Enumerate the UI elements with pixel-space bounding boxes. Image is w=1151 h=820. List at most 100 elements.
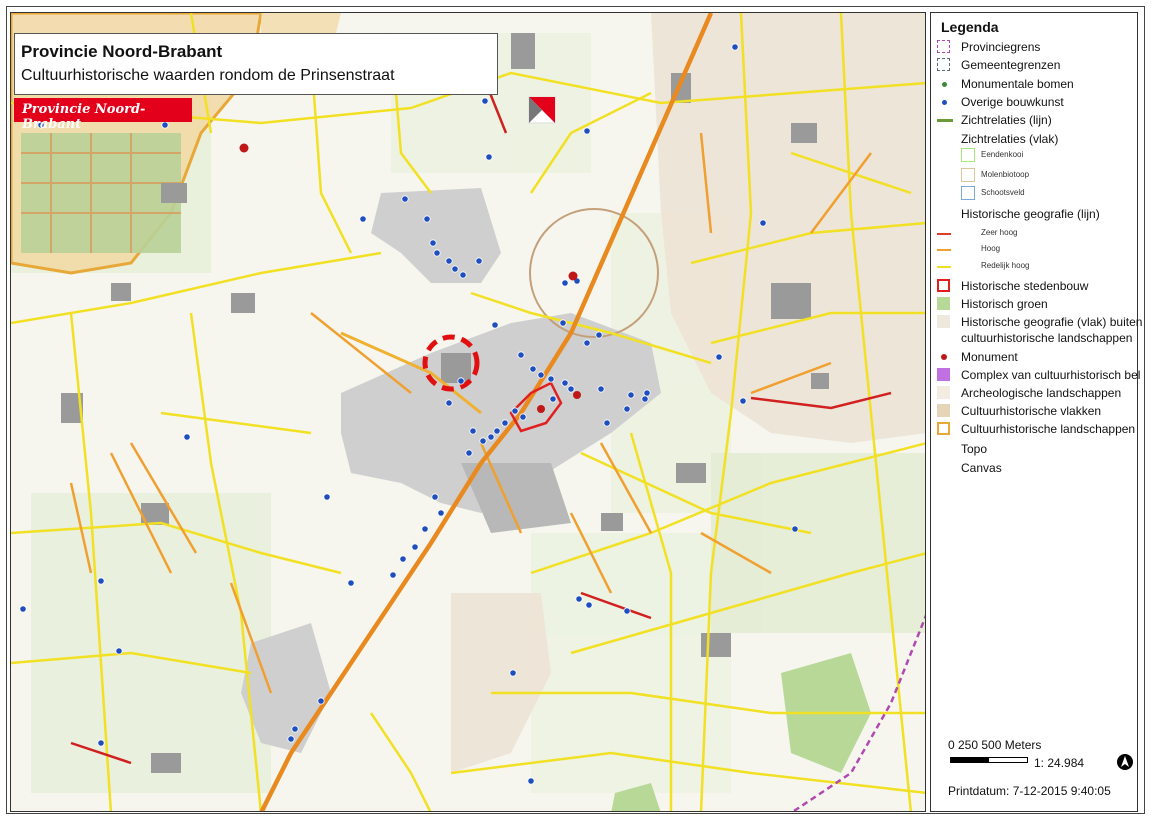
print-date: Printdatum: 7-12-2015 9:40:05 bbox=[948, 784, 1111, 798]
bouwkunst-marker[interactable] bbox=[347, 579, 355, 587]
legend-label: Schootsveld bbox=[981, 188, 1025, 197]
legend-label: Cultuurhistorische vlakken bbox=[961, 404, 1102, 418]
bouwkunst-marker[interactable] bbox=[583, 127, 591, 135]
bouwkunst-marker[interactable] bbox=[359, 215, 367, 223]
bouwkunst-marker[interactable] bbox=[291, 725, 299, 733]
bouwkunst-marker[interactable] bbox=[19, 605, 27, 613]
legend-label: Topo bbox=[961, 442, 988, 456]
bouwkunst-marker[interactable] bbox=[597, 385, 605, 393]
bouwkunst-marker[interactable] bbox=[389, 571, 397, 579]
bouwkunst-marker[interactable] bbox=[585, 601, 593, 609]
legend-symbol-icon bbox=[942, 100, 947, 105]
bouwkunst-marker[interactable] bbox=[431, 493, 439, 501]
bouwkunst-marker[interactable] bbox=[481, 97, 489, 105]
bouwkunst-marker[interactable] bbox=[183, 433, 191, 441]
bouwkunst-marker[interactable] bbox=[493, 427, 501, 435]
bouwkunst-marker[interactable] bbox=[759, 219, 767, 227]
bouwkunst-marker[interactable] bbox=[485, 153, 493, 161]
legend-label: Gemeentegrenzen bbox=[961, 58, 1061, 72]
legend-symbol-icon bbox=[942, 82, 947, 87]
legend-label: Zichtrelaties (lijn) bbox=[961, 113, 1052, 127]
legend-symbol-icon bbox=[941, 354, 947, 360]
bouwkunst-marker[interactable] bbox=[479, 437, 487, 445]
bouwkunst-marker[interactable] bbox=[445, 399, 453, 407]
legend-label: Eendenkooi bbox=[981, 150, 1024, 159]
bouwkunst-marker[interactable] bbox=[421, 525, 429, 533]
legend-symbol-icon bbox=[937, 386, 950, 399]
bouwkunst-marker[interactable] bbox=[509, 669, 517, 677]
bouwkunst-marker[interactable] bbox=[465, 449, 473, 457]
bouwkunst-marker[interactable] bbox=[623, 607, 631, 615]
legend-label: Hoog bbox=[981, 244, 1001, 253]
bouwkunst-marker[interactable] bbox=[445, 257, 453, 265]
scale-block: 0 250 500 Meters 1: 24.984 Printdatum: 7… bbox=[930, 730, 1138, 810]
legend-label: Monumentale bomen bbox=[961, 77, 1074, 91]
bouwkunst-marker[interactable] bbox=[451, 265, 459, 273]
bouwkunst-marker[interactable] bbox=[517, 351, 525, 359]
bouwkunst-marker[interactable] bbox=[475, 257, 483, 265]
legend-symbol-icon bbox=[937, 249, 951, 251]
bouwkunst-marker[interactable] bbox=[411, 543, 419, 551]
bouwkunst-marker[interactable] bbox=[487, 433, 495, 441]
map-title: Provincie Noord-Brabant bbox=[21, 42, 223, 61]
bouwkunst-marker[interactable] bbox=[547, 375, 555, 383]
bouwkunst-marker[interactable] bbox=[519, 413, 527, 421]
bouwkunst-marker[interactable] bbox=[715, 353, 723, 361]
legend-panel: Legenda Provinciegrens Gemeentegrenzen Mon… bbox=[930, 12, 1142, 812]
bouwkunst-marker[interactable] bbox=[459, 271, 467, 279]
bouwkunst-marker[interactable] bbox=[739, 397, 747, 405]
bouwkunst-marker[interactable] bbox=[595, 331, 603, 339]
north-arrow-icon bbox=[1117, 754, 1133, 770]
legend-label: Complex van cultuurhistorisch bel bbox=[961, 368, 1141, 382]
bouwkunst-marker[interactable] bbox=[457, 377, 465, 385]
bouwkunst-marker[interactable] bbox=[529, 365, 537, 373]
bouwkunst-marker[interactable] bbox=[575, 595, 583, 603]
bouwkunst-marker[interactable] bbox=[731, 43, 739, 51]
bouwkunst-marker[interactable] bbox=[549, 395, 557, 403]
legend-label: Zeer hoog bbox=[981, 228, 1018, 237]
bouwkunst-marker[interactable] bbox=[323, 493, 331, 501]
bouwkunst-marker[interactable] bbox=[401, 195, 409, 203]
bouwkunst-marker[interactable] bbox=[287, 735, 295, 743]
bouwkunst-marker[interactable] bbox=[97, 739, 105, 747]
bouwkunst-marker[interactable] bbox=[115, 647, 123, 655]
legend-label: Redelijk hoog bbox=[981, 261, 1030, 270]
bouwkunst-marker[interactable] bbox=[423, 215, 431, 223]
map-canvas[interactable] bbox=[10, 12, 926, 812]
legend-symbol-icon bbox=[961, 168, 975, 182]
map-title-box: Provincie Noord-Brabant Cultuurhistorisc… bbox=[14, 33, 498, 95]
bouwkunst-marker[interactable] bbox=[491, 321, 499, 329]
bouwkunst-marker[interactable] bbox=[603, 419, 611, 427]
legend-label: Provinciegrens bbox=[961, 40, 1041, 54]
legend-symbol-icon bbox=[937, 40, 950, 53]
map-svg[interactable] bbox=[11, 13, 926, 812]
bouwkunst-marker[interactable] bbox=[97, 577, 105, 585]
bouwkunst-marker[interactable] bbox=[561, 379, 569, 387]
legend-symbol-icon bbox=[937, 297, 950, 310]
bouwkunst-marker[interactable] bbox=[527, 777, 535, 785]
bouwkunst-marker[interactable] bbox=[561, 279, 569, 287]
legend-label: Historische stedenbouw bbox=[961, 279, 1089, 293]
bouwkunst-marker[interactable] bbox=[627, 391, 635, 399]
bouwkunst-marker[interactable] bbox=[567, 385, 575, 393]
legend-symbol-icon bbox=[937, 368, 950, 381]
bouwkunst-marker[interactable] bbox=[511, 407, 519, 415]
bouwkunst-marker[interactable] bbox=[317, 697, 325, 705]
legend-symbol-icon bbox=[937, 119, 953, 122]
bouwkunst-marker[interactable] bbox=[433, 249, 441, 257]
bouwkunst-marker[interactable] bbox=[791, 525, 799, 533]
legend-symbol-icon bbox=[937, 58, 950, 71]
scale-ratio: 1: 24.984 bbox=[1034, 756, 1085, 770]
bouwkunst-marker[interactable] bbox=[641, 395, 649, 403]
bouwkunst-marker[interactable] bbox=[559, 319, 567, 327]
bouwkunst-marker[interactable] bbox=[583, 339, 591, 347]
bouwkunst-marker[interactable] bbox=[437, 509, 445, 517]
bouwkunst-marker[interactable] bbox=[399, 555, 407, 563]
legend-symbol-icon bbox=[937, 404, 950, 417]
bouwkunst-marker[interactable] bbox=[429, 239, 437, 247]
bouwkunst-marker[interactable] bbox=[501, 419, 509, 427]
bouwkunst-marker[interactable] bbox=[643, 389, 651, 397]
bouwkunst-marker[interactable] bbox=[537, 371, 545, 379]
bouwkunst-marker[interactable] bbox=[469, 427, 477, 435]
bouwkunst-marker[interactable] bbox=[623, 405, 631, 413]
